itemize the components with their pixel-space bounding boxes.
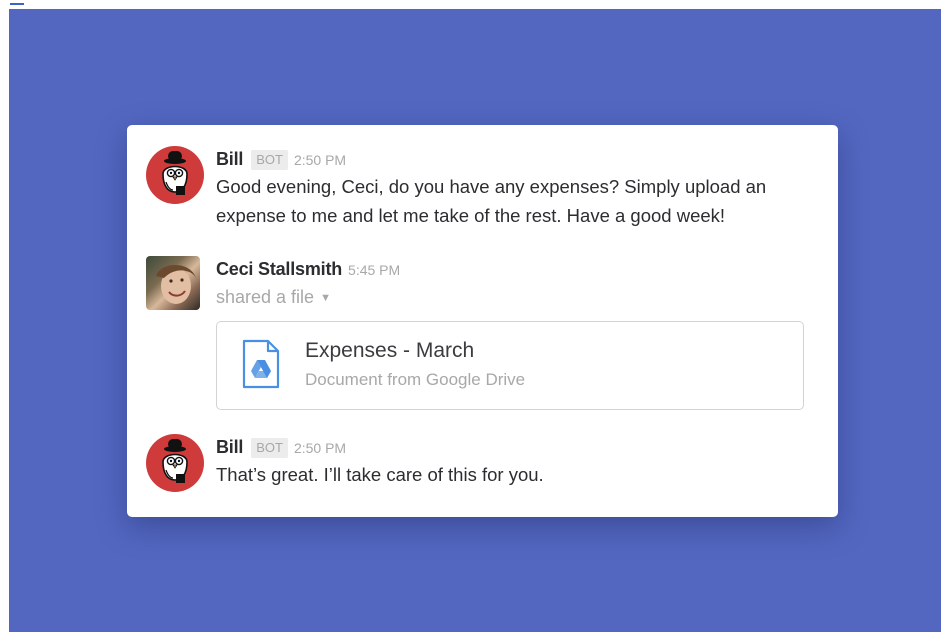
google-drive-icon (241, 338, 281, 390)
timestamp[interactable]: 5:45 PM (348, 262, 400, 278)
author-name[interactable]: Bill (216, 437, 243, 457)
message-meta: Bill BOT 2:50 PM (216, 436, 816, 458)
message-text: Good evening, Ceci, do you have any expe… (216, 176, 767, 226)
timestamp[interactable]: 2:50 PM (294, 152, 346, 168)
author-name[interactable]: Bill (216, 149, 243, 169)
message-content: Bill BOT 2:50 PM That’s great. I’ll take c… (216, 436, 816, 489)
message-content: Bill BOT 2:50 PM Good evening, Ceci, do yo… (216, 148, 816, 230)
shared-file-action[interactable]: shared a file ▼ (216, 283, 816, 312)
message-meta: Bill BOT 2:50 PM (216, 148, 816, 170)
shared-file-label: shared a file (216, 287, 315, 307)
bot-badge: BOT (251, 438, 288, 458)
message-meta: Ceci Stallsmith 5:45 PM (216, 258, 816, 280)
chevron-down-icon[interactable]: ▼ (320, 284, 331, 312)
bot-badge: BOT (251, 150, 288, 170)
timestamp[interactable]: 2:50 PM (294, 440, 346, 456)
bot-avatar-icon[interactable] (146, 434, 204, 492)
message-text: That’s great. I’ll take care of this for… (216, 464, 544, 485)
top-link-mark[interactable] (10, 3, 24, 5)
file-attachment[interactable]: Expenses - March Document from Google Dr… (216, 321, 804, 410)
message-content: Ceci Stallsmith 5:45 PM shared a file ▼ (216, 258, 816, 312)
author-name[interactable]: Ceci Stallsmith (216, 259, 342, 279)
message-card: Bill BOT 2:50 PM Good evening, Ceci, do yo… (127, 125, 838, 517)
bot-avatar-icon[interactable] (146, 146, 204, 204)
user-avatar-photo[interactable] (146, 256, 200, 310)
file-subtitle: Document from Google Drive (305, 370, 526, 389)
file-title[interactable]: Expenses - March (305, 339, 474, 363)
